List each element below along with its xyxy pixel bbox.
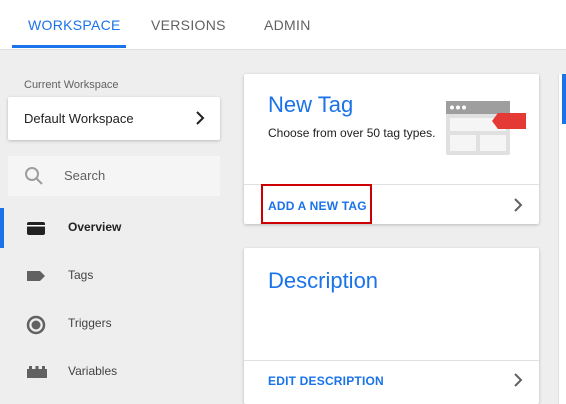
chevron-right-icon[interactable] [513, 373, 523, 392]
variables-icon [26, 363, 48, 386]
active-tab-indicator [12, 45, 126, 48]
chevron-right-icon[interactable] [513, 198, 523, 217]
tag-window-illustration [446, 101, 528, 162]
sidebar-item-variables[interactable]: Variables [0, 352, 230, 392]
selected-indicator [0, 208, 4, 248]
sidebar-item-tags[interactable]: Tags [0, 256, 230, 296]
sidebar-item-triggers[interactable]: Triggers [0, 304, 230, 344]
workspace-name: Default Workspace [24, 111, 134, 126]
sidebar-item-label: Overview [68, 220, 122, 234]
overview-folder-icon [26, 219, 46, 242]
search-input[interactable]: Search [64, 168, 105, 183]
card-divider [244, 360, 539, 361]
tab-versions[interactable]: VERSIONS [151, 0, 226, 49]
tab-admin[interactable]: ADMIN [264, 0, 311, 49]
trigger-icon [26, 315, 46, 340]
workspace-selector[interactable]: Default Workspace [8, 97, 220, 140]
search-box[interactable]: Search [8, 156, 220, 196]
card-title: New Tag [268, 92, 354, 117]
tab-workspace[interactable]: WORKSPACE [28, 0, 121, 49]
sidebar-item-label: Variables [68, 364, 118, 378]
edit-description-button[interactable]: EDIT DESCRIPTION [268, 374, 384, 388]
card-description: Choose from over 50 tag types. [268, 126, 436, 140]
description-card: Description EDIT DESCRIPTION [244, 248, 539, 404]
highlight-box [261, 184, 372, 224]
sidebar-item-label: Triggers [68, 316, 112, 330]
adjacent-card-accent [562, 74, 566, 124]
search-icon [24, 166, 44, 191]
current-workspace-label: Current Workspace [24, 79, 119, 91]
card-title: Description [268, 268, 379, 293]
chevron-right-icon [194, 110, 206, 131]
sidebar-item-label: Tags [68, 268, 94, 282]
sidebar-item-overview[interactable]: Overview [0, 208, 230, 248]
tag-icon [26, 267, 46, 290]
top-tab-bar: WORKSPACE VERSIONS ADMIN [0, 0, 566, 50]
